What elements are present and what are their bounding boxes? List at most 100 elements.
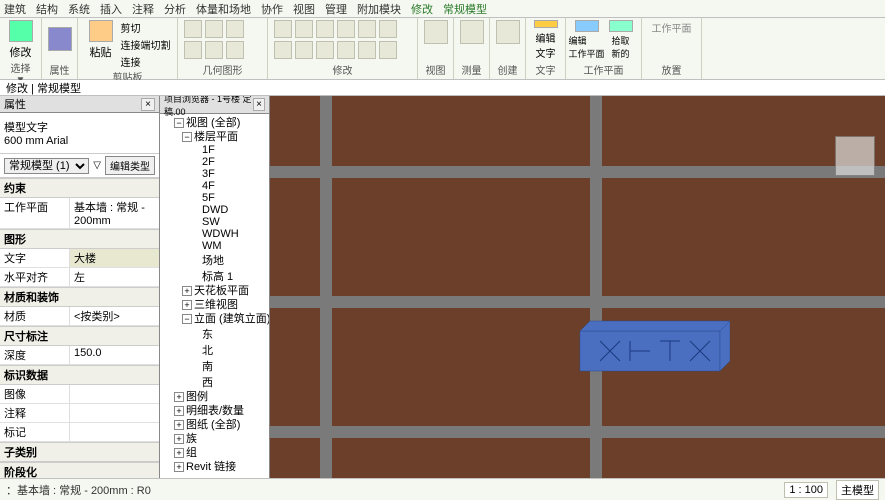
prop-row[interactable]: 注释: [0, 404, 159, 423]
prop-cat[interactable]: 图形: [0, 229, 159, 249]
tree-leaf[interactable]: 3F: [162, 168, 267, 180]
join-end-button[interactable]: 连接端切割: [121, 37, 171, 52]
prop-row[interactable]: 水平对齐左: [0, 268, 159, 287]
props-title: 属性: [4, 96, 26, 112]
create-tool[interactable]: [496, 20, 520, 44]
edit-type-button[interactable]: 编辑类型: [105, 156, 155, 175]
ribbon-group-measure: 测量: [454, 18, 490, 79]
props-close-icon[interactable]: ×: [141, 98, 155, 111]
menu-9[interactable]: 管理: [325, 1, 347, 17]
browser-close-icon[interactable]: ×: [253, 98, 265, 111]
tree-root[interactable]: −视图 (全部): [162, 116, 267, 130]
tree-extra[interactable]: +图例: [162, 390, 267, 404]
prop-cat[interactable]: 尺寸标注: [0, 326, 159, 346]
props-button[interactable]: [44, 20, 76, 60]
menu-0[interactable]: 建筑: [4, 1, 26, 17]
mod-scale[interactable]: [316, 41, 334, 59]
ribbon-group-select: 修改 选择 ▼: [0, 18, 42, 79]
cut-button[interactable]: 剪切: [121, 20, 171, 35]
geom-tool-5[interactable]: [205, 41, 223, 59]
mod-rotate[interactable]: [316, 20, 334, 38]
tree-extra[interactable]: +族: [162, 432, 267, 446]
edit-text-button[interactable]: 编辑 文字: [530, 20, 562, 60]
geom-tool-1[interactable]: [184, 20, 202, 38]
tree-leaf[interactable]: 东: [162, 326, 267, 342]
tree-extra[interactable]: +组: [162, 446, 267, 460]
geom-tool-2[interactable]: [205, 20, 223, 38]
tree-group[interactable]: −立面 (建筑立面): [162, 312, 267, 326]
mod-split[interactable]: [358, 41, 376, 59]
prop-cat[interactable]: 阶段化: [0, 462, 159, 478]
tree-group[interactable]: +天花板平面: [162, 284, 267, 298]
menu-11[interactable]: 修改: [411, 1, 433, 17]
measure-tool[interactable]: [460, 20, 484, 44]
mod-mirror[interactable]: [337, 20, 355, 38]
prop-row[interactable]: 深度150.0: [0, 346, 159, 365]
menu-2[interactable]: 系统: [68, 1, 90, 17]
tree-leaf[interactable]: 4F: [162, 180, 267, 192]
menu-8[interactable]: 视图: [293, 1, 315, 17]
context-title: 修改 | 常规模型: [0, 83, 87, 95]
mod-move[interactable]: [274, 20, 292, 38]
instance-select[interactable]: 常规模型 (1): [4, 158, 89, 174]
mod-align[interactable]: [379, 20, 397, 38]
tree-leaf[interactable]: WDWH: [162, 228, 267, 240]
prop-row[interactable]: 标记: [0, 423, 159, 442]
tree-leaf[interactable]: 5F: [162, 192, 267, 204]
tree-extra[interactable]: +图纸 (全部): [162, 418, 267, 432]
modify-button[interactable]: 修改: [5, 20, 37, 60]
mod-array[interactable]: [295, 41, 313, 59]
ribbon-group-place: 工作平面 放置: [642, 18, 702, 79]
project-browser: 项目浏览器 - 1号楼 定稿.00 × −视图 (全部)−楼层平面1F2F3F4…: [160, 96, 270, 478]
prop-cat[interactable]: 约束: [0, 178, 159, 198]
tree-leaf[interactable]: 2F: [162, 156, 267, 168]
tree-leaf[interactable]: 南: [162, 358, 267, 374]
menu-10[interactable]: 附加模块: [357, 1, 401, 17]
geom-tool-6[interactable]: [226, 41, 244, 59]
tree-group[interactable]: −楼层平面: [162, 130, 267, 144]
menu-3[interactable]: 插入: [100, 1, 122, 17]
tree-group[interactable]: +三维视图: [162, 298, 267, 312]
tree-leaf[interactable]: WM: [162, 240, 267, 252]
tree-extra[interactable]: +Revit 链接: [162, 460, 267, 474]
menu-7[interactable]: 协作: [261, 1, 283, 17]
mod-copy[interactable]: [295, 20, 313, 38]
tree-leaf[interactable]: 北: [162, 342, 267, 358]
tree-leaf[interactable]: 场地: [162, 252, 267, 268]
mod-pin[interactable]: [337, 41, 355, 59]
prop-cat[interactable]: 标识数据: [0, 365, 159, 385]
paste-button[interactable]: 粘贴: [85, 20, 117, 60]
tree-leaf[interactable]: 西: [162, 374, 267, 390]
menu-4[interactable]: 注释: [132, 1, 154, 17]
mod-offset[interactable]: [274, 41, 292, 59]
selected-model-text-3d[interactable]: [570, 316, 730, 386]
tree-extra[interactable]: +明细表/数量: [162, 404, 267, 418]
prop-row[interactable]: 文字大楼: [0, 249, 159, 268]
status-scale[interactable]: 1 : 100: [784, 482, 828, 498]
tree-leaf[interactable]: SW: [162, 216, 267, 228]
tree-leaf[interactable]: 1F: [162, 144, 267, 156]
mod-trim[interactable]: [358, 20, 376, 38]
pick-new-button[interactable]: 拾取 新的: [605, 20, 637, 60]
view-tool[interactable]: [424, 20, 448, 44]
status-model[interactable]: 主模型: [836, 480, 879, 500]
menu-6[interactable]: 体量和场地: [196, 1, 251, 17]
menu-12[interactable]: 常规模型: [443, 1, 487, 17]
menu-5[interactable]: 分析: [164, 1, 186, 17]
geom-tool-4[interactable]: [184, 41, 202, 59]
prop-row[interactable]: 材质<按类别>: [0, 307, 159, 326]
prop-cat[interactable]: 子类别: [0, 442, 159, 462]
join-button[interactable]: 连接: [121, 54, 171, 69]
status-wall-info: ：基本墙 : 常规 - 200mm : R0: [6, 482, 151, 498]
tree-leaf[interactable]: DWD: [162, 204, 267, 216]
prop-row[interactable]: 图像: [0, 385, 159, 404]
mod-delete[interactable]: [379, 41, 397, 59]
prop-row[interactable]: 工作平面基本墙 : 常规 - 200mm: [0, 198, 159, 229]
menu-1[interactable]: 结构: [36, 1, 58, 17]
3d-viewport[interactable]: [270, 96, 885, 478]
geom-tool-3[interactable]: [226, 20, 244, 38]
prop-cat[interactable]: 材质和装饰: [0, 287, 159, 307]
tree-leaf[interactable]: 标高 1: [162, 268, 267, 284]
viewcube[interactable]: [835, 136, 875, 176]
edit-workplane-button[interactable]: 编辑 工作平面: [571, 20, 603, 60]
